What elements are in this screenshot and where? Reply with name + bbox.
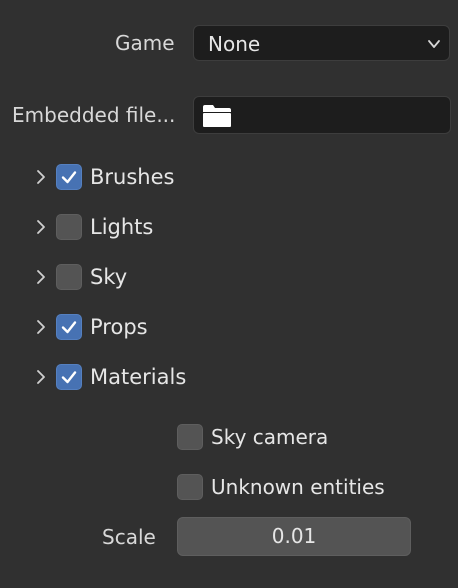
scale-field[interactable]: 0.01 [177,517,411,556]
folder-icon[interactable] [202,104,232,128]
category-row-materials[interactable]: Materials [0,362,458,392]
brushes-checkbox[interactable] [56,164,82,190]
unknown-entities-checkbox[interactable] [177,474,203,500]
checkmark-icon [61,321,77,334]
lights-checkbox[interactable] [56,214,82,240]
sky-camera-checkbox[interactable] [177,424,203,450]
scale-value: 0.01 [271,524,317,548]
chevron-right-icon[interactable] [33,319,49,335]
chevron-right-icon[interactable] [33,369,49,385]
chevron-right-icon[interactable] [33,269,49,285]
game-dropdown[interactable]: None [193,25,450,61]
category-row-sky[interactable]: Sky [0,262,458,292]
game-dropdown-value: None [208,32,261,56]
props-label: Props [90,315,148,339]
sky-checkbox[interactable] [56,264,82,290]
materials-checkbox[interactable] [56,364,82,390]
game-label: Game [115,31,175,55]
props-checkbox[interactable] [56,314,82,340]
category-row-props[interactable]: Props [0,312,458,342]
brushes-label: Brushes [90,165,175,189]
option-row-sky-camera[interactable]: Sky camera [0,422,458,452]
chevron-right-icon[interactable] [33,169,49,185]
scale-label: Scale [102,525,156,549]
unknown-entities-label: Unknown entities [211,475,385,499]
checkmark-icon [61,371,77,384]
option-row-unknown-entities[interactable]: Unknown entities [0,472,458,502]
chevron-down-icon [428,40,440,48]
checkmark-icon [61,171,77,184]
embedded-file-label: Embedded file... [12,103,176,127]
category-row-brushes[interactable]: Brushes [0,162,458,192]
import-options-panel: Game None Embedded file... Brushes Light… [0,0,458,588]
embedded-file-field[interactable] [193,96,451,134]
sky-label: Sky [90,265,128,289]
materials-label: Materials [90,365,187,389]
category-row-lights[interactable]: Lights [0,212,458,242]
sky-camera-label: Sky camera [211,425,329,449]
lights-label: Lights [90,215,154,239]
chevron-right-icon[interactable] [33,219,49,235]
